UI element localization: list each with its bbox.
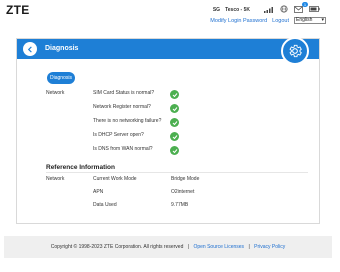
modify-password-link[interactable]: Modify Login Password xyxy=(210,18,267,24)
check-icon xyxy=(170,118,179,127)
check-row-label: Is DNS from WAN normal? xyxy=(93,146,153,152)
footer-separator: | xyxy=(187,244,190,250)
reference-value: 9.77MB xyxy=(171,202,189,208)
status-bar: SG Tesco - 5K 1 xyxy=(212,1,320,15)
logout-link[interactable]: Logout xyxy=(272,18,289,24)
reference-title: Reference Information xyxy=(46,164,115,171)
check-icon xyxy=(170,90,179,99)
reference-key: APN xyxy=(93,189,104,195)
region-label: SG xyxy=(212,7,221,13)
battery-icon xyxy=(309,6,320,14)
check-icon xyxy=(170,146,179,155)
signal-icon xyxy=(264,6,274,15)
globe-icon[interactable] xyxy=(280,5,288,15)
footer-separator: | xyxy=(248,244,250,250)
header-links: Modify Login Password Logout English xyxy=(210,17,326,24)
mail-count-badge: 1 xyxy=(302,1,308,7)
back-arrow-icon[interactable] xyxy=(23,42,37,56)
open-source-licenses-link[interactable]: Open Source Licenses xyxy=(193,244,244,250)
reference-value: O2internet xyxy=(171,189,195,195)
check-row-label: There is no networking failure? xyxy=(93,118,162,124)
check-icon xyxy=(170,132,179,141)
page-title: Diagnosis xyxy=(45,45,79,52)
check-row-label: Is DHCP Server open? xyxy=(93,132,144,138)
gear-icon xyxy=(281,37,309,65)
diagnosis-button[interactable]: Diagnosis xyxy=(47,72,75,84)
check-row-label: Network Register normal? xyxy=(93,104,151,110)
card-header: Diagnosis xyxy=(17,37,319,65)
zte-logo: ZTE xyxy=(6,3,30,17)
check-row-label: SIM Card Status is normal? xyxy=(93,90,155,96)
reference-key: Current Work Mode xyxy=(93,176,137,182)
language-select[interactable]: English xyxy=(294,17,326,24)
top-header: ZTE SG Tesco - 5K 1 Modify Login Passwor… xyxy=(0,0,340,36)
operator-label: Tesco - 5K xyxy=(225,7,250,13)
page-footer: Copyright © 1998-2023 ZTE Corporation. A… xyxy=(4,236,332,258)
diagnosis-card: Diagnosis Diagnosis Network SIM Card Sta… xyxy=(16,37,320,224)
check-icon xyxy=(170,104,179,113)
reference-value: Bridge Mode xyxy=(171,176,200,182)
copyright-text: Copyright © 1998-2023 ZTE Corporation. A… xyxy=(50,244,184,250)
reference-key: Data Used xyxy=(93,202,117,208)
network-label: Network xyxy=(46,90,65,96)
privacy-policy-link[interactable]: Privacy Policy xyxy=(254,244,285,250)
mail-icon[interactable]: 1 xyxy=(294,1,308,15)
section-divider xyxy=(46,172,308,173)
reference-network-label: Network xyxy=(46,176,65,182)
